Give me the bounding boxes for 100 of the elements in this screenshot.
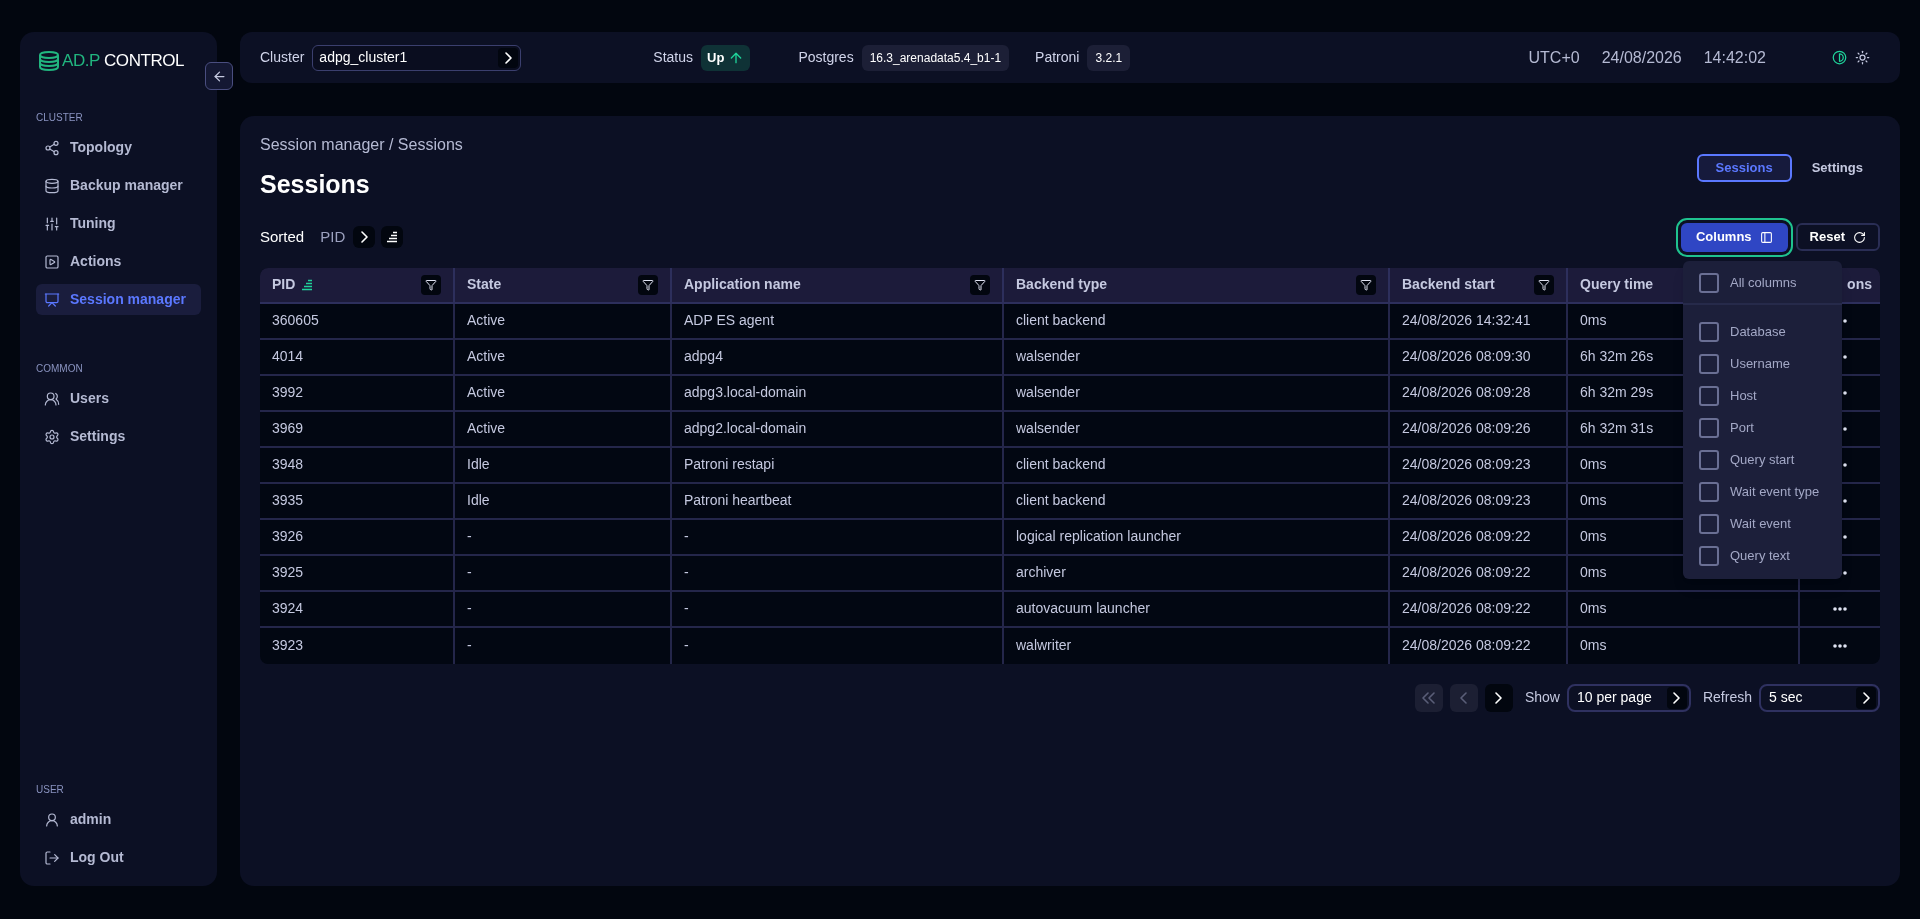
database-icon: [44, 177, 60, 194]
table-cell: 3925: [260, 555, 455, 590]
chevrons-left-icon: [1422, 691, 1436, 704]
table-cell: walsender: [1004, 339, 1390, 374]
filter-button[interactable]: [1534, 274, 1554, 295]
share-icon: [44, 139, 60, 156]
table-cell: client backend: [1004, 303, 1390, 338]
nav-item[interactable]: Settings: [36, 421, 201, 452]
column-title: Query time: [1580, 275, 1654, 294]
table-cell: -: [672, 555, 1004, 590]
column-title: Application name: [684, 275, 801, 294]
logo-icon: [38, 51, 60, 71]
table-cell: Active: [455, 339, 672, 374]
refresh-icon: [1853, 230, 1866, 244]
nav-item[interactable]: admin: [36, 804, 201, 835]
table-cell: -: [455, 555, 672, 590]
table-cell: 4014: [260, 339, 455, 374]
status-label: Status: [653, 48, 694, 67]
filter-button[interactable]: [638, 274, 658, 295]
table-cell: 3992: [260, 375, 455, 410]
checkbox[interactable]: [1699, 514, 1719, 534]
nav-item[interactable]: Session manager: [36, 284, 201, 315]
table-cell: walsender: [1004, 375, 1390, 410]
table-cell: Patroni heartbeat: [672, 483, 1004, 518]
table-cell: Idle: [455, 483, 672, 518]
sun-icon[interactable]: [1855, 50, 1870, 65]
cluster-label: Cluster: [260, 48, 305, 67]
nav-item[interactable]: Topology: [36, 132, 201, 163]
filter-icon: [425, 278, 437, 291]
table-cell: 3923: [260, 627, 455, 664]
column-header[interactable]: Backend start: [1390, 267, 1568, 302]
patroni-label: Patroni: [1035, 48, 1080, 67]
time: 14:42:02: [1703, 47, 1766, 68]
tab[interactable]: Sessions: [1696, 154, 1792, 182]
checkbox[interactable]: [1699, 450, 1719, 470]
postgres-label: Postgres: [798, 48, 854, 67]
filter-icon: [1538, 278, 1550, 291]
table-cell: 24/08/2026 08:09:28: [1390, 375, 1568, 410]
filter-button[interactable]: [970, 274, 990, 295]
sort-field-button[interactable]: [353, 226, 376, 248]
chevron-left-icon: [1460, 691, 1468, 704]
settings-icon: [44, 428, 60, 445]
filter-button[interactable]: [1356, 274, 1376, 295]
table-cell: 24/08/2026 08:09:22: [1390, 591, 1568, 626]
checkbox[interactable]: [1699, 354, 1719, 374]
table-cell: Active: [455, 375, 672, 410]
table-cell: 24/08/2026 08:09:22: [1390, 555, 1568, 590]
table-cell: client backend: [1004, 483, 1390, 518]
logout-icon: [44, 849, 60, 866]
play-icon: [44, 253, 60, 270]
column-header[interactable]: State: [455, 267, 672, 302]
page-size-select[interactable]: 10 per page: [1566, 683, 1691, 712]
checkbox[interactable]: [1699, 482, 1719, 502]
more-icon: [1833, 606, 1847, 611]
sort-icon: [301, 278, 314, 291]
nav-item[interactable]: Backup manager: [36, 170, 201, 201]
checkbox[interactable]: [1699, 546, 1719, 566]
section-label: USER: [36, 783, 65, 797]
cluster-select[interactable]: adpg_cluster1: [312, 44, 522, 71]
users-icon: [44, 390, 60, 407]
checkbox[interactable]: [1699, 273, 1719, 293]
refresh-select[interactable]: 5 sec: [1759, 683, 1880, 712]
nav-item[interactable]: Actions: [36, 246, 201, 277]
table-cell: -: [455, 627, 672, 664]
reset-button[interactable]: Reset: [1795, 223, 1880, 251]
nav-item[interactable]: Log Out: [36, 842, 201, 873]
column-header[interactable]: PID: [260, 267, 455, 302]
nav-item[interactable]: Tuning: [36, 208, 201, 239]
checkbox[interactable]: [1699, 386, 1719, 406]
checkbox[interactable]: [1699, 322, 1719, 342]
nav-item[interactable]: Users: [36, 383, 201, 414]
checkbox-label: Query start: [1730, 451, 1795, 470]
patroni-version: 3.2.1: [1087, 44, 1131, 71]
table-cell: autovacuum launcher: [1004, 591, 1390, 626]
table-cell: Idle: [455, 447, 672, 482]
chevron-right-icon: [360, 231, 368, 243]
sort-label: Sorted: [260, 226, 305, 247]
collapse-button[interactable]: [205, 62, 233, 90]
column-header[interactable]: Application name: [672, 267, 1004, 302]
table-cell: adpg4: [672, 339, 1004, 374]
table-cell: 0ms: [1568, 627, 1800, 664]
theme-toggle-icon[interactable]: [1832, 50, 1847, 65]
table-cell: archiver: [1004, 555, 1390, 590]
table-cell: 3935: [260, 483, 455, 518]
date: 24/08/2026: [1601, 47, 1682, 68]
filter-button[interactable]: [421, 274, 441, 295]
table-cell: 24/08/2026 08:09:22: [1390, 519, 1568, 554]
table-cell: -: [672, 519, 1004, 554]
sort-order-button[interactable]: [381, 226, 404, 248]
page-title: Sessions: [260, 169, 371, 200]
checkbox[interactable]: [1699, 418, 1719, 438]
table-cell: walwriter: [1004, 627, 1390, 664]
logo-text: AD.P CONTROL: [62, 50, 185, 73]
column-title: State: [467, 275, 502, 294]
filter-icon: [642, 278, 654, 291]
table-cell: 24/08/2026 08:09:23: [1390, 447, 1568, 482]
page-button[interactable]: [1484, 683, 1513, 712]
section-label: COMMON: [36, 362, 84, 376]
column-header[interactable]: Backend type: [1004, 267, 1390, 302]
tab[interactable]: Settings: [1794, 154, 1880, 182]
